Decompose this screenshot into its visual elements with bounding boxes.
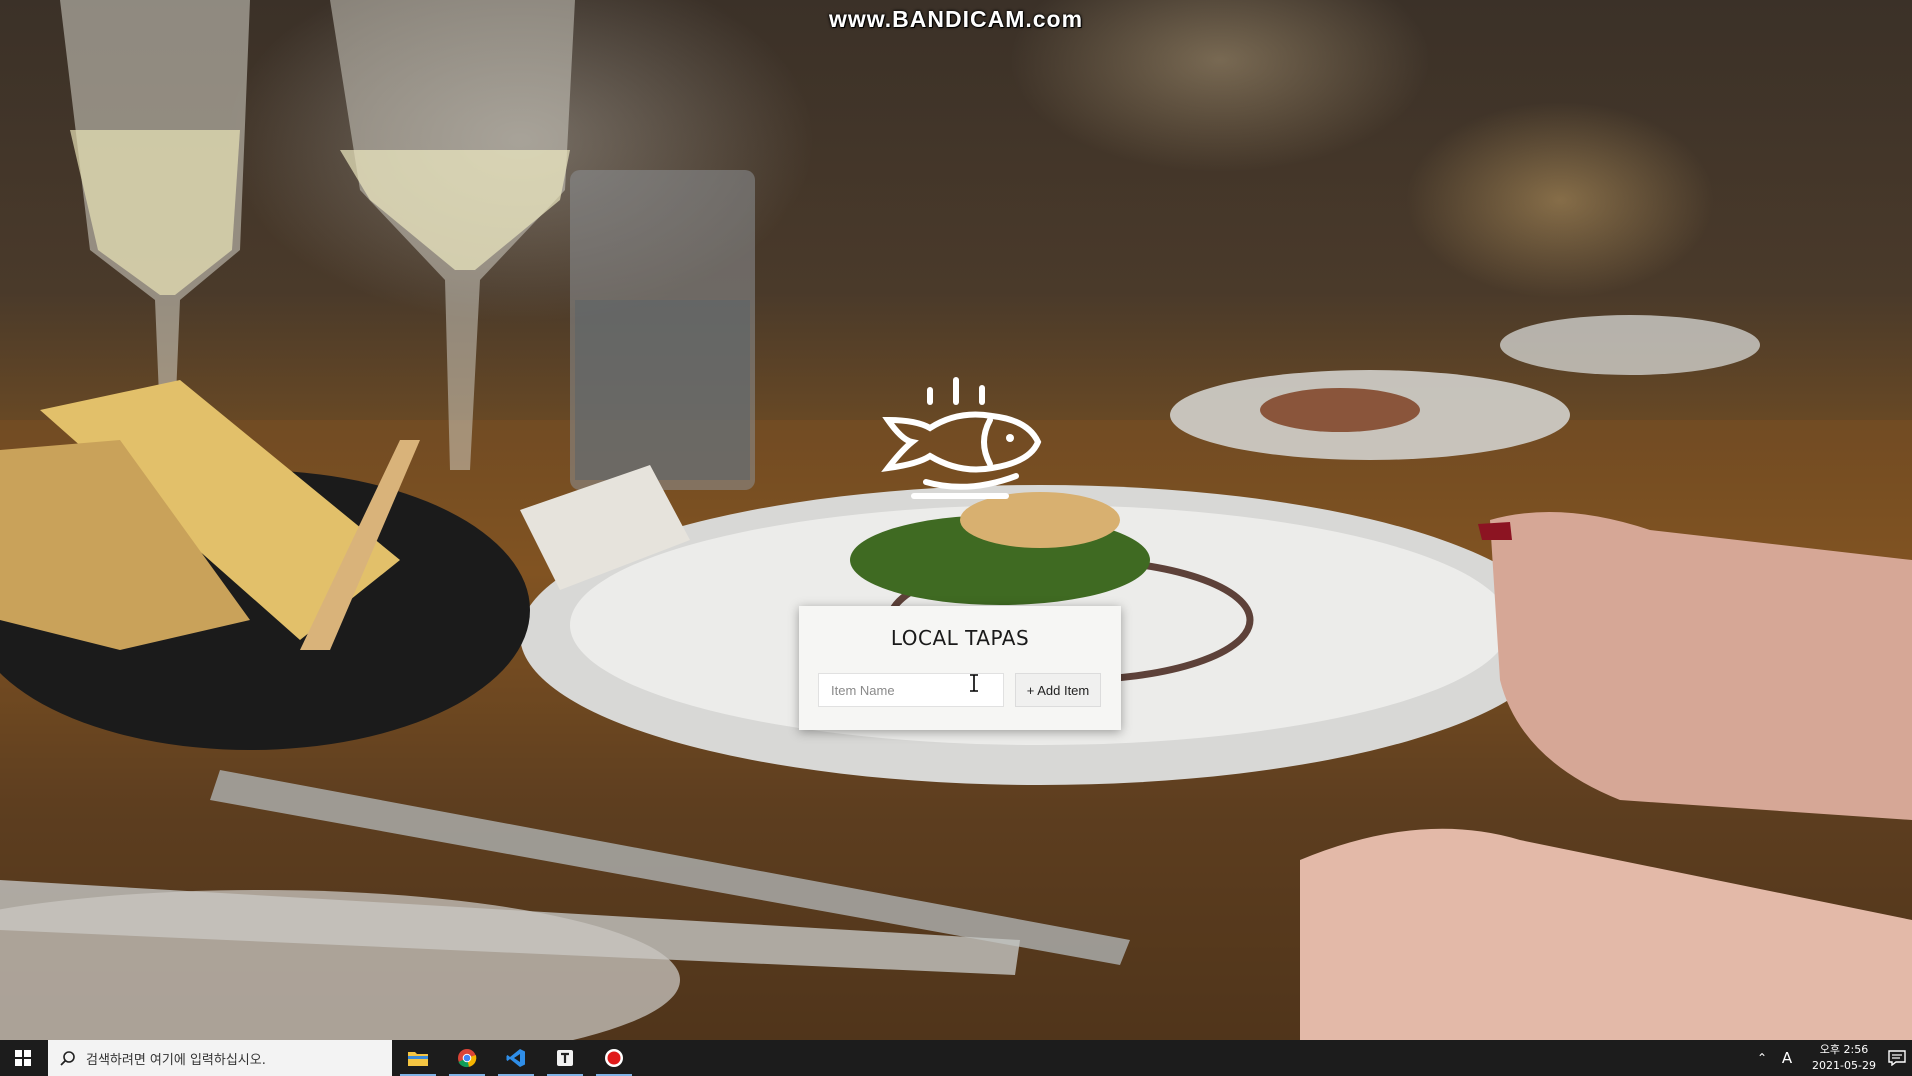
taskbar-bandicam[interactable] — [590, 1040, 638, 1076]
app-title: LOCAL TAPAS — [890, 626, 1030, 650]
add-item-card: LOCAL TAPAS + Add Item — [799, 606, 1121, 730]
taskbar: 검색하려면 여기에 입력하십시오. ⌃ A 오후 2:56 2021-05-29 — [0, 1040, 1912, 1076]
taskbar-search-box[interactable]: 검색하려면 여기에 입력하십시오. — [48, 1040, 392, 1076]
search-icon — [60, 1051, 75, 1066]
desktop-screen: www.BANDICAM.com LOCAL TAPAS + Add Item — [0, 0, 1912, 1076]
ime-indicator[interactable]: A — [1776, 1040, 1798, 1076]
clock-time: 오후 2:56 — [1819, 1043, 1869, 1056]
typora-icon — [557, 1050, 573, 1066]
bandicam-watermark: www.BANDICAM.com — [828, 6, 1084, 32]
vscode-icon — [506, 1049, 525, 1067]
action-center-button[interactable] — [1882, 1040, 1912, 1076]
file-explorer-icon — [408, 1052, 428, 1066]
taskbar-chrome[interactable] — [443, 1040, 491, 1076]
taskbar-file-explorer[interactable] — [394, 1040, 442, 1076]
system-tray: ⌃ A 오후 2:56 2021-05-29 — [1712, 1040, 1912, 1076]
search-placeholder: 검색하려면 여기에 입력하십시오. — [86, 1052, 266, 1068]
notification-icon — [1888, 1050, 1906, 1066]
clock-date: 2021-05-29 — [1812, 1059, 1876, 1072]
taskbar-typora[interactable] — [541, 1040, 589, 1076]
chrome-icon — [458, 1049, 477, 1068]
taskbar-vscode[interactable] — [492, 1040, 540, 1076]
bandicam-record-icon — [605, 1049, 623, 1067]
start-button[interactable] — [0, 1040, 46, 1076]
windows-start-icon — [15, 1050, 31, 1066]
taskbar-clock[interactable]: 오후 2:56 2021-05-29 — [1804, 1042, 1884, 1074]
steaming-fish-icon — [878, 372, 1042, 522]
text-cursor-icon — [969, 674, 979, 692]
add-item-button[interactable]: + Add Item — [1015, 673, 1101, 707]
show-hidden-icons-chevron-icon[interactable]: ⌃ — [1752, 1040, 1772, 1076]
